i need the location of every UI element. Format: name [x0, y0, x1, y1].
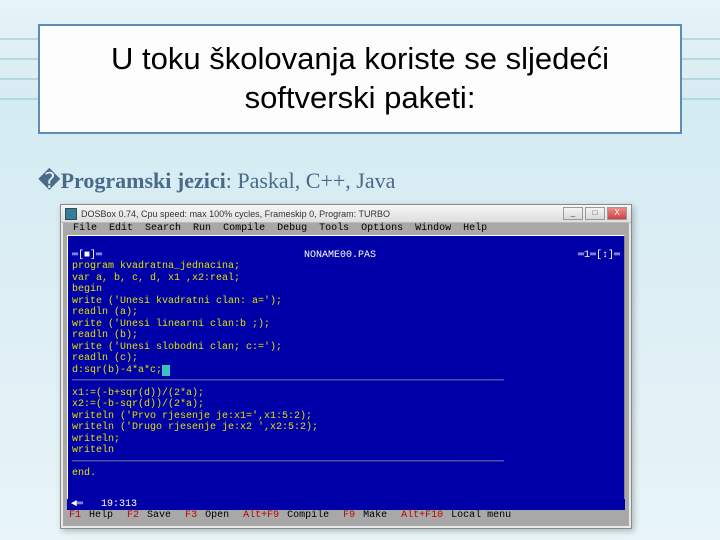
code-line: write ('Unesi slobodni clan; c:='); [72, 342, 282, 353]
code-line: x1:=(-b+sqr(d))/(2*a); [72, 388, 204, 399]
menu-run[interactable]: Run [187, 223, 217, 235]
code-line: begin [72, 284, 102, 295]
menu-search[interactable]: Search [139, 223, 187, 235]
menu-file[interactable]: File [67, 223, 103, 235]
subtitle-rest: : Paskal, C++, Java [226, 168, 396, 193]
subtitle-bullet: � [38, 168, 61, 193]
separator-line: ────────────────────────────────────────… [72, 457, 504, 468]
app-icon [65, 208, 77, 220]
menu-options[interactable]: Options [355, 223, 409, 235]
menu-window[interactable]: Window [409, 223, 457, 235]
minimize-button[interactable]: _ [563, 207, 583, 220]
code-line: x2:=(-b-sqr(d))/(2*a); [72, 399, 204, 410]
hotkey-f2[interactable]: F2 [127, 510, 139, 522]
hotkey-f1-label: Help [83, 510, 125, 522]
hotkey-f3[interactable]: F3 [185, 510, 197, 522]
slide-title-box: U toku školovanja koriste se sljedeći so… [38, 24, 682, 134]
menu-debug[interactable]: Debug [271, 223, 313, 235]
menu-tools[interactable]: Tools [313, 223, 355, 235]
hotkey-altf10[interactable]: Alt+F10 [401, 510, 443, 522]
window-controls: _ □ X [563, 207, 627, 220]
slide-subtitle: �Programski jezici: Paskal, C++, Java [38, 168, 395, 194]
menu-compile[interactable]: Compile [217, 223, 271, 235]
border-right: ═1═[↕]═ [578, 250, 620, 262]
slide-title: U toku školovanja koriste se sljedeći so… [58, 40, 662, 118]
menu-help[interactable]: Help [457, 223, 493, 235]
code-line: write ('Unesi kvadratni clan: a='); [72, 296, 282, 307]
code-line: d:sqr(b)-4*a*c; [72, 365, 162, 376]
hotkey-altf9[interactable]: Alt+F9 [243, 510, 279, 522]
scroll-left-icon[interactable]: ◄═ [71, 499, 83, 510]
hotkey-f2-label: Save [141, 510, 183, 522]
code-line: program kvadratna_jednacina; [72, 261, 240, 272]
dosbox-window: DOSBox 0.74, Cpu speed: max 100% cycles,… [60, 204, 632, 529]
hotkey-altf10-label: Local menu [445, 510, 511, 522]
code-line: end. [72, 468, 96, 479]
hotkey-f3-label: Open [199, 510, 241, 522]
close-button[interactable]: X [607, 207, 627, 220]
code-line: readln (c); [72, 353, 138, 364]
code-editor[interactable]: ═[■]═ NONAME00.PAS ═1═[↕]═ program kvadratn… [67, 235, 625, 510]
subtitle-bold: Programski jezici [61, 168, 226, 193]
hotkey-altf9-label: Compile [281, 510, 341, 522]
code-line: writeln [72, 445, 114, 456]
code-line: readln (a); [72, 307, 138, 318]
code-line: writeln; [72, 434, 120, 445]
editor-filename: NONAME00.PAS [304, 250, 376, 262]
window-title: DOSBox 0.74, Cpu speed: max 100% cycles,… [81, 209, 563, 219]
border-left: ═[■]═ [72, 250, 102, 262]
code-line: writeln ('Drugo rjesenje je:x2 ',x2:5:2)… [72, 422, 318, 433]
code-line: var a, b, c, d, x1 ,x2:real; [72, 273, 240, 284]
turbo-pascal-screen: File Edit Search Run Compile Debug Tools… [63, 223, 629, 526]
editor-footer: ◄═ 19:313 [67, 499, 625, 510]
status-bar: F1 Help F2 Save F3 Open Alt+F9 Compile F… [67, 510, 625, 522]
hotkey-f1[interactable]: F1 [69, 510, 81, 522]
code-line: write ('Unesi linearni clan:b ;); [72, 319, 270, 330]
text-cursor [162, 365, 170, 376]
separator-line: ────────────────────────────────────────… [72, 376, 504, 387]
maximize-button[interactable]: □ [585, 207, 605, 220]
code-line: writeln ('Prvo rjesenje je:x1=',x1:5:2); [72, 411, 312, 422]
cursor-position: 19:313 [101, 499, 137, 510]
hotkey-f9-label: Make [357, 510, 399, 522]
turbo-menu-bar[interactable]: File Edit Search Run Compile Debug Tools… [63, 223, 629, 235]
window-titlebar[interactable]: DOSBox 0.74, Cpu speed: max 100% cycles,… [61, 205, 631, 223]
menu-edit[interactable]: Edit [103, 223, 139, 235]
code-line: readln (b); [72, 330, 138, 341]
hotkey-f9[interactable]: F9 [343, 510, 355, 522]
